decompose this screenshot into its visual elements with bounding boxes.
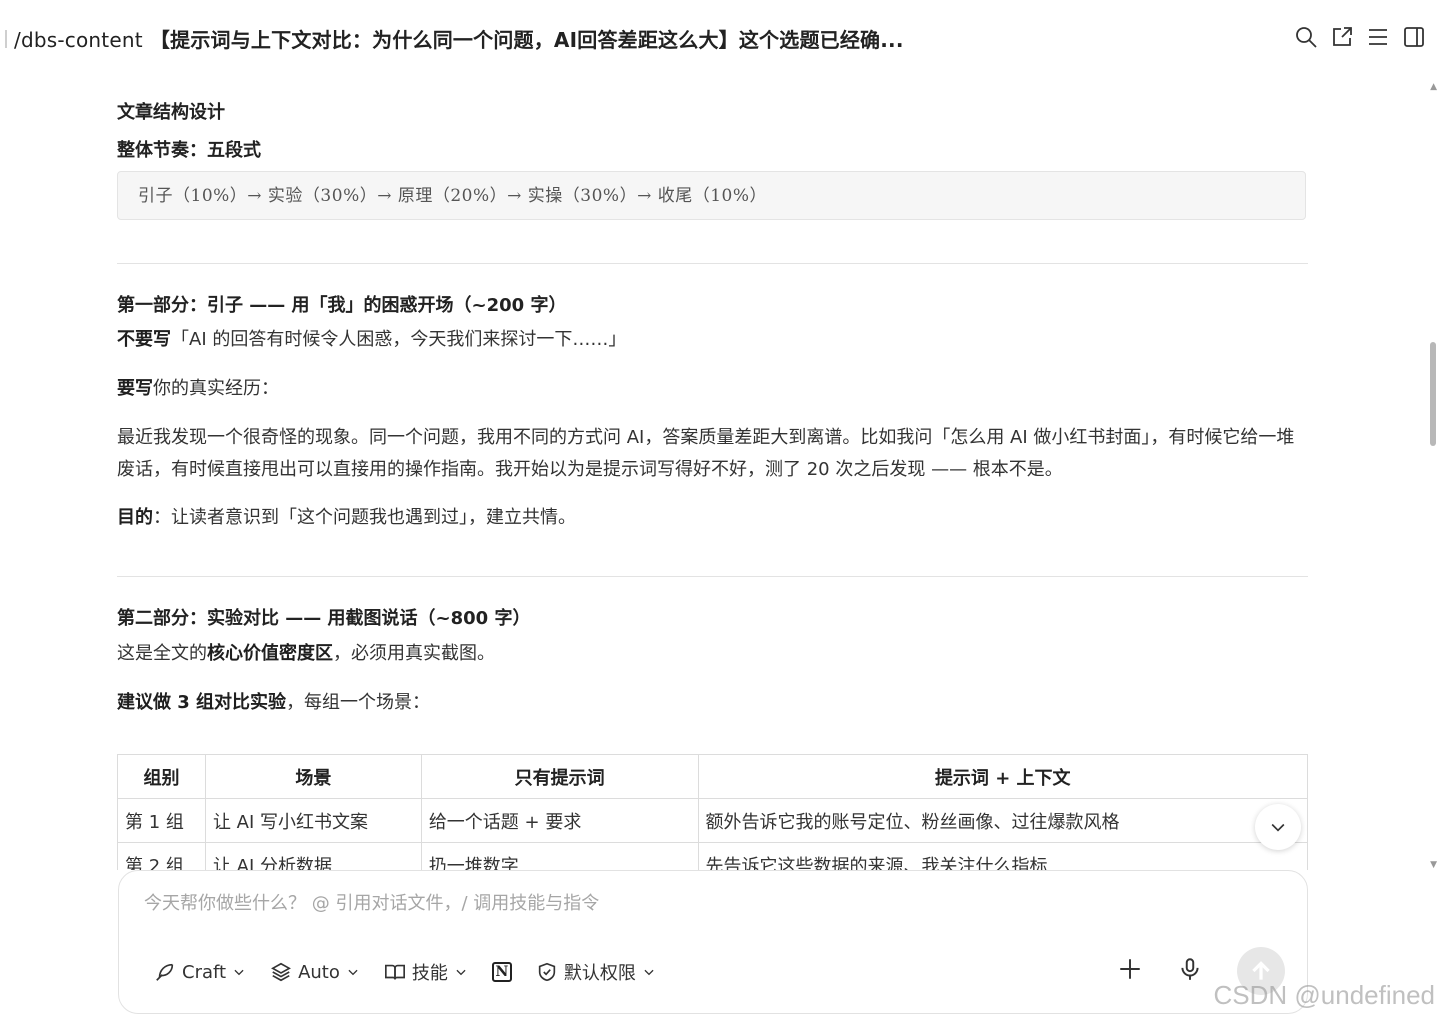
scroll-down-arrow-icon[interactable]: ▼ — [1430, 860, 1437, 870]
part2-intro: 这是全文的核心价值密度区，必须用真实截图。 — [117, 638, 1308, 670]
table-cell: 第 2 组 — [117, 842, 206, 870]
part2-heading: 第二部分：实验对比 —— 用截图说话（~800 字） — [117, 608, 531, 629]
message-content: 文章结构设计 整体节奏：五段式 引子（10%）→ 实验（30%）→ 原理（20%… — [117, 76, 1308, 870]
part1-story: 最近我发现一个很奇怪的现象。同一个问题，我用不同的方式问 AI，答案质量差距大到… — [117, 427, 1295, 480]
chevron-down-icon — [456, 969, 466, 976]
conversation-title: 【提示词与上下文对比：为什么同一个问题，AI回答差距这么大】这个选题已经确... — [149, 28, 904, 52]
craft-label: Craft — [182, 961, 227, 983]
permission-label: 默认权限 — [563, 963, 636, 984]
table-header-cell: 场景 — [204, 754, 422, 799]
intro-bold: 核心价值密度区 — [207, 643, 333, 664]
table-header-cell: 只有提示词 — [420, 754, 699, 799]
chat-composer: 今天帮你做些什么？ @ 引用对话文件，/ 调用技能与指令 Craft Auto … — [118, 870, 1308, 1014]
title-bar: /dbs-content 【提示词与上下文对比：为什么同一个问题，AI回答差距这… — [0, 0, 1439, 76]
auto-label: Auto — [298, 961, 340, 983]
rhythm-code-block: 引子（10%）→ 实验（30%）→ 原理（20%）→ 实操（30%）→ 收尾（1… — [117, 171, 1306, 220]
search-icon — [1296, 27, 1317, 48]
intro-post: ，必须用真实截图。 — [333, 643, 495, 664]
goal-label: 目的 — [117, 507, 153, 528]
vertical-scrollbar[interactable]: ▲ ▼ — [1425, 80, 1439, 870]
intro-pre: 这是全文的 — [117, 643, 207, 664]
dont-text: 「AI 的回答有时候令人困惑，今天我们来探讨一下……」 — [171, 329, 627, 350]
layers-icon — [271, 962, 292, 982]
sidebar-toggle-icon — [1404, 27, 1424, 47]
scroll-up-arrow-icon[interactable]: ▲ — [1430, 82, 1437, 92]
chevron-down-icon — [348, 969, 358, 976]
scrollbar-thumb[interactable] — [1430, 342, 1436, 446]
command-slug: /dbs-content — [14, 28, 143, 52]
divider — [117, 576, 1308, 577]
top-toolbar — [1293, 22, 1427, 52]
do-label: 要写 — [117, 378, 153, 399]
suggest-bold: 建议做 3 组对比实验 — [117, 692, 287, 713]
table-cell: 让 AI 分析数据 — [204, 842, 422, 870]
page-title: /dbs-content 【提示词与上下文对比：为什么同一个问题，AI回答差距这… — [14, 24, 904, 53]
table-row: 第 1 组 让 AI 写小红书文案 给一个话题 + 要求 额外告诉它我的账号定位… — [117, 798, 1308, 843]
feather-icon — [156, 963, 174, 981]
craft-mode-dropdown[interactable]: Craft — [154, 961, 246, 983]
part2-suggest: 建议做 3 组对比实验，每组一个场景： — [117, 687, 1308, 719]
sidebar-toggle-button[interactable] — [1401, 22, 1427, 52]
table-cell: 扔一堆数字 — [420, 842, 699, 870]
menu-button[interactable] — [1365, 22, 1391, 52]
plus-icon — [1120, 959, 1140, 979]
scroll-to-bottom-button[interactable] — [1255, 804, 1301, 850]
table-header-cell: 组别 — [117, 754, 206, 799]
microphone-icon — [1181, 958, 1199, 980]
skills-dropdown[interactable]: 技能 — [384, 959, 468, 985]
add-attachment-button[interactable] — [1117, 956, 1143, 986]
search-button[interactable] — [1293, 22, 1319, 52]
notion-button[interactable]: N — [491, 962, 512, 982]
notion-icon: N — [491, 962, 512, 982]
dont-label: 不要写 — [117, 329, 171, 350]
divider — [117, 263, 1308, 264]
table-cell: 让 AI 写小红书文案 — [204, 798, 422, 843]
do-text: 你的真实经历： — [153, 378, 279, 399]
table-cell: 第 1 组 — [117, 798, 206, 843]
rhythm-heading: 整体节奏：五段式 — [117, 140, 261, 161]
table-cell: 给一个话题 + 要求 — [420, 798, 699, 843]
share-icon — [1333, 27, 1352, 46]
part1-heading: 第一部分：引子 —— 用「我」的困惑开场（~200 字） — [117, 295, 567, 316]
table-cell: 先告诉它这些数据的来源、我关注什么指标 — [697, 842, 1308, 870]
voice-input-button[interactable] — [1177, 956, 1203, 986]
shield-icon — [538, 962, 556, 982]
menu-icon — [1369, 29, 1387, 45]
table-row: 第 2 组 让 AI 分析数据 扔一堆数字 先告诉它这些数据的来源、我关注什么指… — [117, 842, 1308, 870]
table-header-cell: 提示词 + 上下文 — [697, 754, 1308, 799]
comparison-table: 组别 场景 只有提示词 提示词 + 上下文 第 1 组 让 AI 写小红书文案 … — [117, 754, 1308, 870]
goal-text: ：让读者意识到「这个问题我也遇到过」，建立共情。 — [153, 507, 576, 528]
watermark: CSDN @undefined — [1213, 980, 1435, 1010]
chevron-down-icon — [644, 969, 654, 976]
model-dropdown[interactable]: Auto — [270, 961, 360, 983]
part1-goal: 目的：让读者意识到「这个问题我也遇到过」，建立共情。 — [117, 502, 1308, 534]
composer-input[interactable]: 今天帮你做些什么？ @ 引用对话文件，/ 调用技能与指令 — [144, 889, 599, 915]
part1-dont: 不要写「AI 的回答有时候令人困惑，今天我们来探讨一下……」 — [117, 324, 1308, 356]
composer-controls: Craft Auto 技能 N 默认权限 — [154, 959, 656, 985]
chevron-down-icon — [1271, 823, 1285, 832]
share-button[interactable] — [1329, 22, 1355, 52]
table-cell: 额外告诉它我的账号定位、粉丝画像、过往爆款风格 — [697, 798, 1308, 843]
window-edge — [5, 30, 7, 48]
skills-label: 技能 — [411, 963, 448, 984]
permission-dropdown[interactable]: 默认权限 — [536, 959, 656, 985]
structure-heading: 文章结构设计 — [117, 102, 225, 123]
part1-do: 要写你的真实经历： — [117, 373, 1308, 405]
table-header-row: 组别 场景 只有提示词 提示词 + 上下文 — [117, 754, 1308, 799]
chevron-down-icon — [234, 969, 244, 976]
suggest-post: ，每组一个场景： — [286, 692, 431, 713]
book-icon — [384, 964, 405, 980]
